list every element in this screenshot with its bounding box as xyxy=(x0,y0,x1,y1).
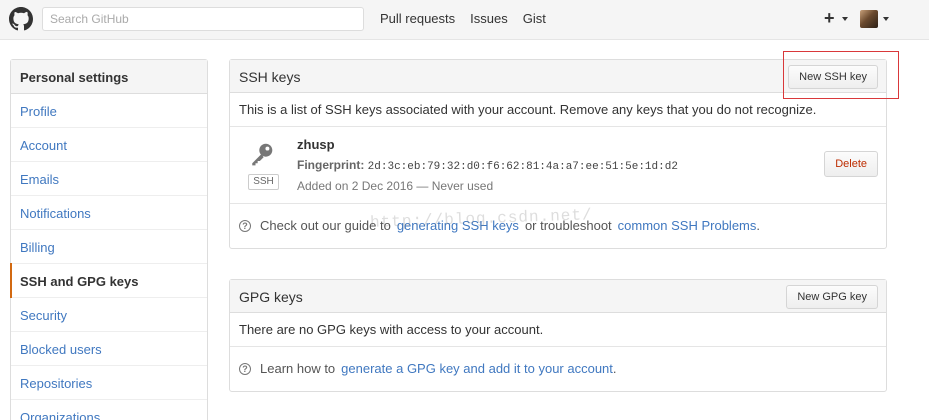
new-ssh-key-button[interactable]: New SSH key xyxy=(788,65,878,89)
chevron-down-icon[interactable] xyxy=(883,17,889,21)
gpg-keys-header: GPG keys New GPG key xyxy=(230,280,886,313)
ssh-help-suffix: . xyxy=(756,218,761,233)
sidebar-item-emails[interactable]: Emails xyxy=(11,162,207,196)
ssh-keys-header: SSH keys New SSH key xyxy=(230,60,886,93)
sidebar-item-ssh-gpg-keys[interactable]: SSH and GPG keys xyxy=(10,263,207,298)
fingerprint-value: 2d:3c:eb:79:32:d0:f6:62:81:4a:a7:ee:51:5… xyxy=(367,161,678,173)
settings-sidebar: Personal settings Profile Account Emails… xyxy=(10,59,208,420)
gpg-description: There are no GPG keys with access to you… xyxy=(239,322,544,337)
sidebar-item-account[interactable]: Account xyxy=(11,128,207,162)
ssh-help-text: ? Check out our guide to generating SSH … xyxy=(230,204,886,248)
search-input[interactable] xyxy=(42,7,364,31)
ssh-description-row: This is a list of SSH keys associated wi… xyxy=(230,93,886,127)
gpg-help-text: ? Learn how to generate a GPG key and ad… xyxy=(230,347,886,391)
gpg-description-row: There are no GPG keys with access to you… xyxy=(230,313,886,347)
sidebar-item-repositories[interactable]: Repositories xyxy=(11,366,207,400)
delete-key-button[interactable]: Delete xyxy=(824,151,878,177)
nav-pull-requests[interactable]: Pull requests xyxy=(380,11,455,26)
create-new-plus-icon[interactable]: + xyxy=(824,8,835,28)
avatar[interactable] xyxy=(860,10,878,28)
nav-gist[interactable]: Gist xyxy=(523,11,546,26)
sidebar-item-billing[interactable]: Billing xyxy=(11,230,207,264)
nav-issues[interactable]: Issues xyxy=(470,11,508,26)
sidebar-item-profile[interactable]: Profile xyxy=(11,94,207,128)
gpg-keys-title: GPG keys xyxy=(239,289,303,305)
sidebar-title: Personal settings xyxy=(11,60,207,94)
github-logo-icon[interactable] xyxy=(9,7,33,31)
question-icon: ? xyxy=(239,220,251,232)
key-title: zhusp xyxy=(297,137,335,152)
generate-gpg-key-link[interactable]: generate a GPG key and add it to your ac… xyxy=(341,347,613,391)
header-nav: Pull requests Issues Gist xyxy=(380,11,546,26)
ssh-help-prefix: Check out our guide to xyxy=(260,218,391,233)
key-icon xyxy=(252,143,273,166)
gpg-keys-box: GPG keys New GPG key There are no GPG ke… xyxy=(229,279,887,392)
chevron-down-icon[interactable] xyxy=(842,17,848,21)
sidebar-item-organizations[interactable]: Organizations xyxy=(11,400,207,420)
question-icon: ? xyxy=(239,363,251,375)
top-header: Pull requests Issues Gist + xyxy=(0,0,929,40)
gpg-help-prefix: Learn how to xyxy=(260,361,336,376)
sidebar-item-blocked-users[interactable]: Blocked users xyxy=(11,332,207,366)
ssh-keys-title: SSH keys xyxy=(239,69,301,85)
sidebar-item-notifications[interactable]: Notifications xyxy=(11,196,207,230)
common-ssh-problems-link[interactable]: common SSH Problems xyxy=(618,204,757,248)
ssh-key-item: SSH zhusp Fingerprint: 2d:3c:eb:79:32:d0… xyxy=(230,127,886,204)
ssh-help-row: ? Check out our guide to generating SSH … xyxy=(230,204,886,248)
sidebar-item-security[interactable]: Security xyxy=(11,298,207,332)
new-gpg-key-button[interactable]: New GPG key xyxy=(786,285,878,309)
gpg-help-row: ? Learn how to generate a GPG key and ad… xyxy=(230,347,886,391)
key-type-badge: SSH xyxy=(248,174,279,190)
key-added-date: Added on 2 Dec 2016 — Never used xyxy=(297,179,494,193)
ssh-description: This is a list of SSH keys associated wi… xyxy=(239,102,817,117)
ssh-help-middle: or troubleshoot xyxy=(524,218,612,233)
generating-ssh-keys-link[interactable]: generating SSH keys xyxy=(397,204,519,248)
ssh-keys-box: SSH keys New SSH key This is a list of S… xyxy=(229,59,887,249)
fingerprint-label: Fingerprint: xyxy=(297,158,365,172)
gpg-help-suffix: . xyxy=(612,361,617,376)
key-fingerprint: Fingerprint: 2d:3c:eb:79:32:d0:f6:62:81:… xyxy=(297,158,678,173)
